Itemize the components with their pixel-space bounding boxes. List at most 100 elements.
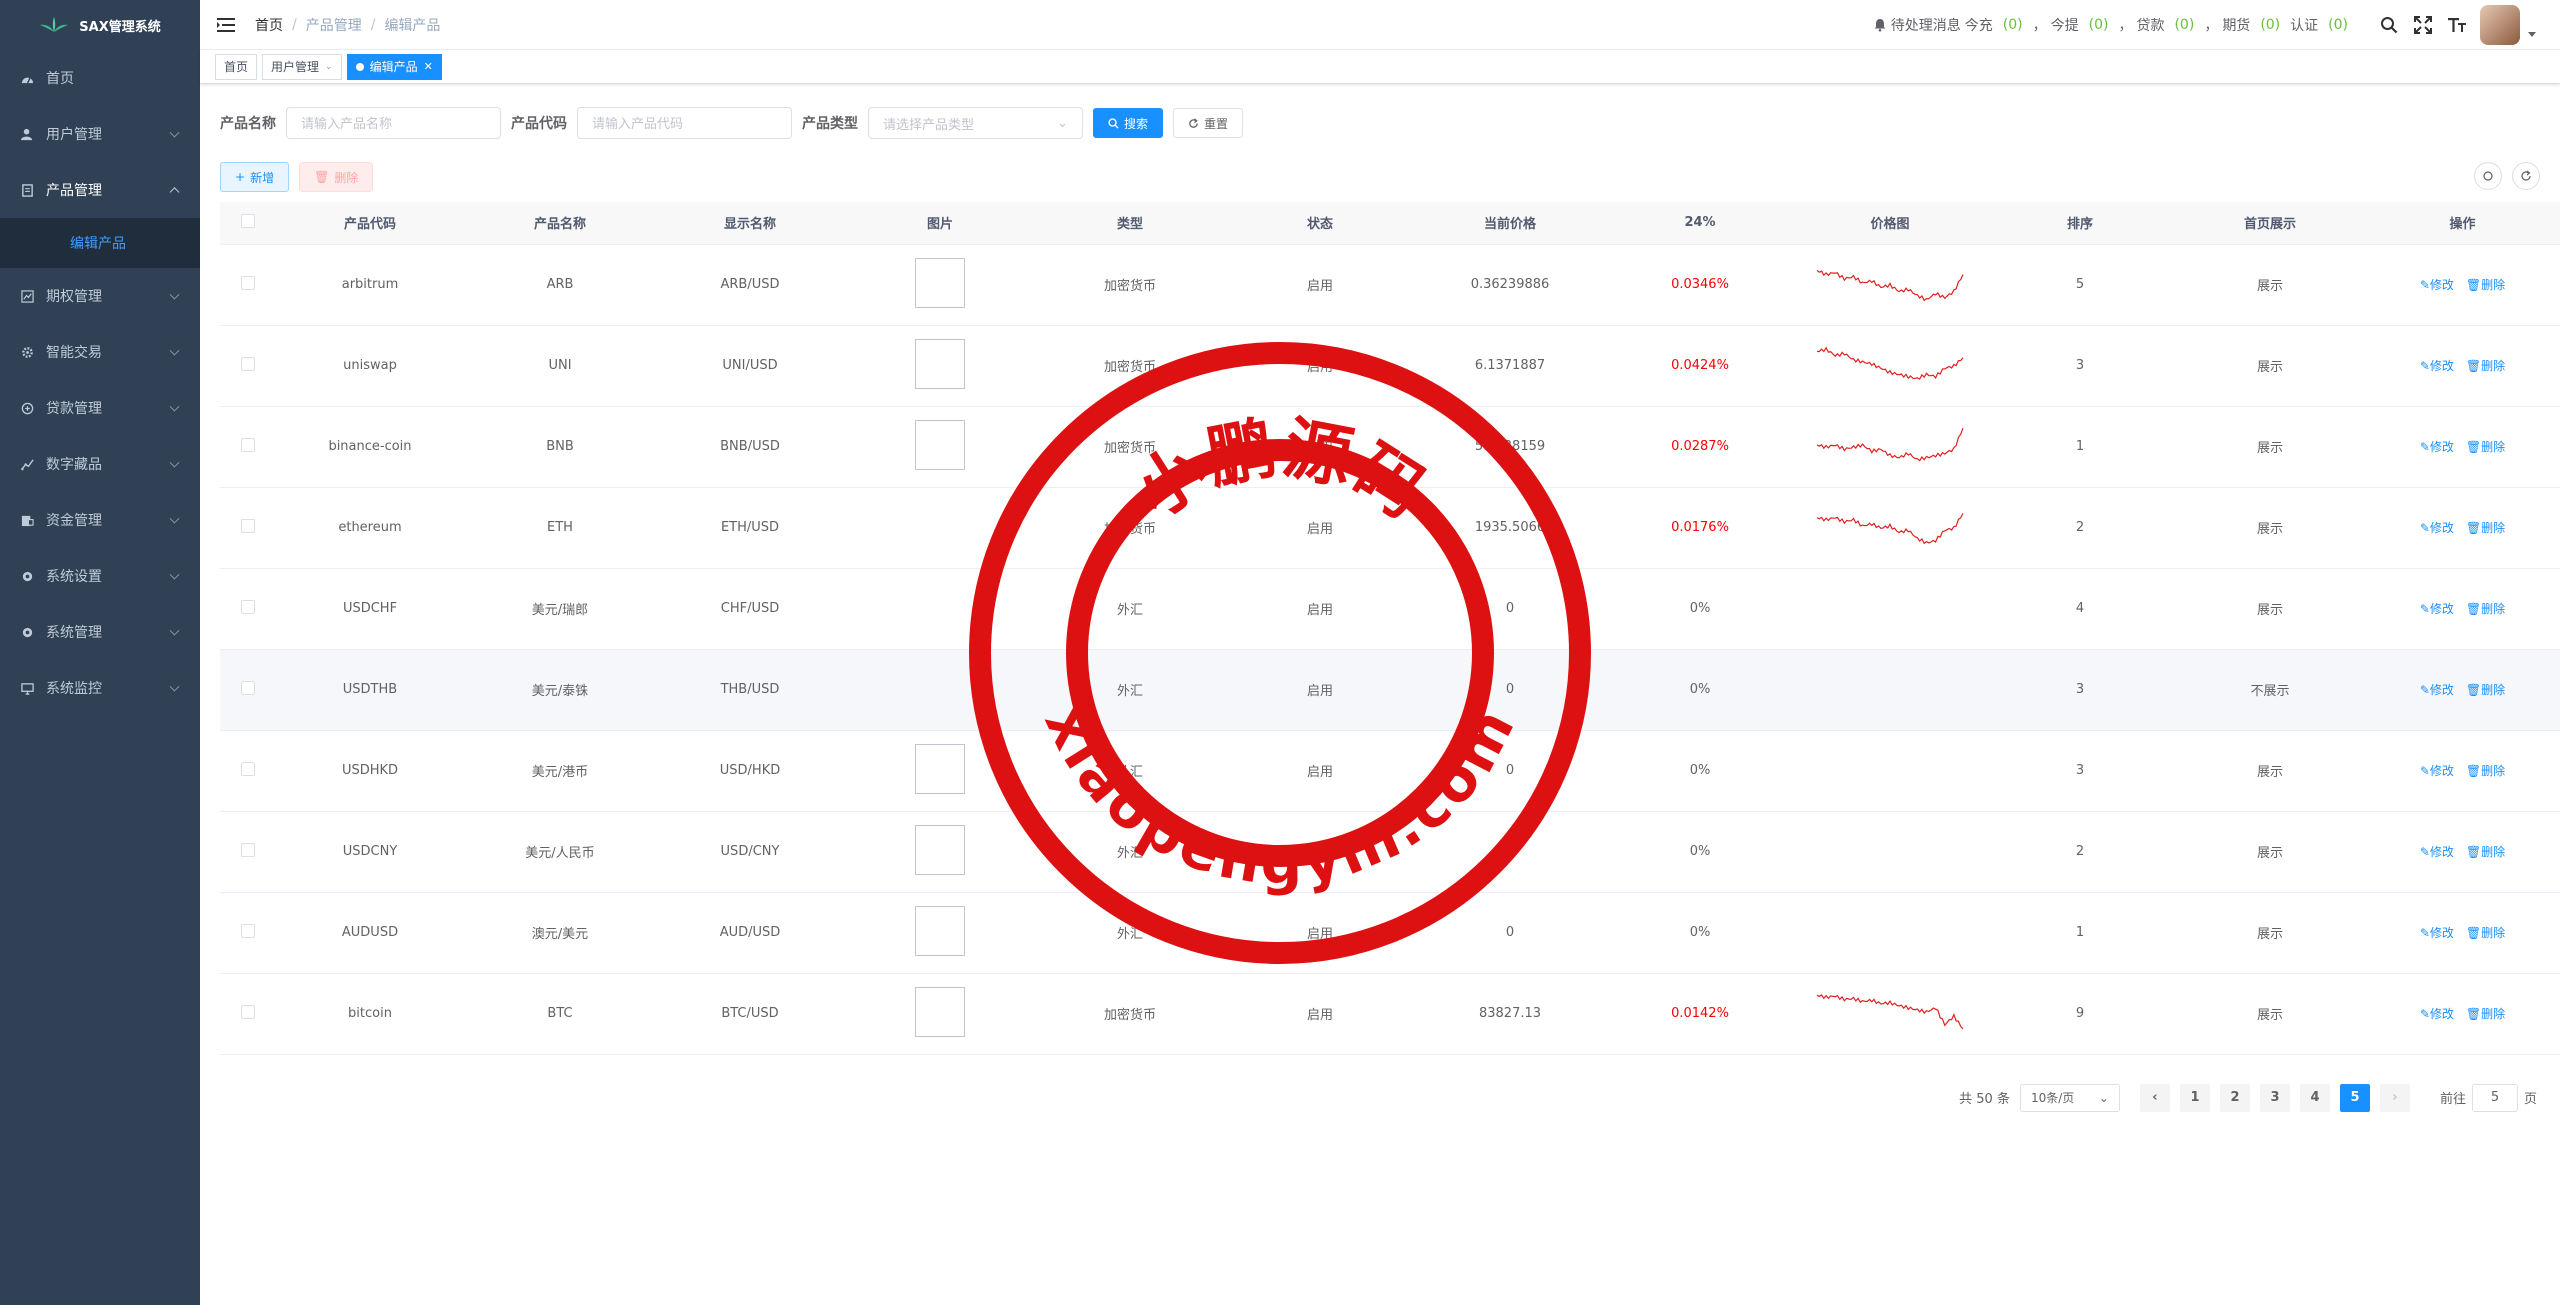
edit-button[interactable]: ✎修改 (2420, 357, 2454, 374)
sidebar-item-products[interactable]: 产品管理 (0, 162, 200, 218)
row-checkbox[interactable] (240, 1004, 255, 1019)
close-icon[interactable]: ✕ (424, 60, 433, 73)
column-header: 24% (1605, 202, 1795, 245)
product-name-label: 产品名称 (220, 116, 276, 132)
edit-button[interactable]: ✎修改 (2420, 276, 2454, 293)
table-row: USDCNY 美元/人民币 USD/CNY 外汇 启用 0 0% 2 展示 ✎修改 🗑删除 (220, 811, 2560, 893)
cell-name: BNB (465, 406, 655, 488)
row-checkbox[interactable] (240, 356, 255, 371)
sidebar-item-users[interactable]: 用户管理 (0, 106, 200, 162)
page-number-button[interactable]: 1 (2179, 1083, 2210, 1112)
price-sparkline (1816, 269, 1964, 301)
column-header: 当前价格 (1415, 202, 1605, 245)
edit-button[interactable]: ✎修改 (2420, 843, 2454, 860)
row-delete-button[interactable]: 🗑删除 (2466, 357, 2505, 374)
row-checkbox[interactable] (240, 275, 255, 290)
notice-bar[interactable]: 待处理消息 今充 (0)， 今提 (0)， 贷款 (0)， 期货 (0) 认证 (0) (1873, 15, 2354, 35)
breadcrumb-home[interactable]: 首页 (255, 15, 283, 35)
tag-edit-product[interactable]: 编辑产品 ✕ (346, 53, 442, 80)
search-button[interactable]: 搜索 (1093, 108, 1164, 138)
edit-button[interactable]: ✎修改 (2420, 600, 2454, 617)
row-checkbox[interactable] (240, 761, 255, 776)
row-checkbox-cell (220, 649, 275, 731)
next-page-button[interactable]: › (2379, 1083, 2410, 1112)
row-checkbox[interactable] (240, 599, 255, 614)
edit-button[interactable]: ✎修改 (2420, 762, 2454, 779)
sidebar-item-options[interactable]: 期权管理 (0, 268, 200, 324)
cell-actions: ✎修改 🗑删除 (2365, 811, 2560, 893)
select-all-checkbox[interactable] (240, 213, 255, 228)
prev-page-button[interactable]: ‹ (2139, 1083, 2170, 1112)
refresh-icon[interactable] (2512, 162, 2540, 190)
product-type-select[interactable]: 请选择产品类型 ⌄ (868, 107, 1083, 139)
product-code-input[interactable] (577, 107, 792, 139)
sidebar-item-nft[interactable]: 数字藏品 (0, 436, 200, 492)
cell-sort: 2 (1985, 487, 2175, 569)
reset-button[interactable]: 重置 (1173, 108, 1244, 138)
loan-icon (20, 401, 34, 415)
row-checkbox[interactable] (240, 518, 255, 533)
page-number-button[interactable]: 3 (2259, 1083, 2290, 1112)
table-row: USDCHF 美元/瑞郎 CHF/USD 外汇 启用 0 0% 4 展示 ✎修改 🗑删除 (220, 568, 2560, 650)
row-checkbox[interactable] (240, 842, 255, 857)
column-header: 操作 (2365, 202, 2560, 245)
edit-button[interactable]: ✎修改 (2420, 519, 2454, 536)
cell-code: USDCNY (275, 811, 465, 893)
row-delete-button[interactable]: 🗑删除 (2466, 681, 2505, 698)
breadcrumb: 首页 / 产品管理 / 编辑产品 (255, 15, 441, 35)
sidebar-item-loans[interactable]: 贷款管理 (0, 380, 200, 436)
sidebar-subitem-edit-product[interactable]: 编辑产品 (0, 218, 200, 268)
add-button[interactable]: + 新增 (220, 162, 290, 192)
hamburger-icon[interactable] (217, 17, 235, 32)
product-image (915, 338, 965, 389)
cell-price: 0 (1415, 568, 1605, 650)
sidebar-item-smart-trade[interactable]: 智能交易 (0, 324, 200, 380)
sidebar-item-funds[interactable]: 资金管理 (0, 492, 200, 548)
row-checkbox[interactable] (240, 437, 255, 452)
row-delete-button[interactable]: 🗑删除 (2466, 924, 2505, 941)
edit-button[interactable]: ✎修改 (2420, 924, 2454, 941)
sidebar-item-home[interactable]: 首页 (0, 50, 200, 106)
row-checkbox[interactable] (240, 680, 255, 695)
page-jump-input[interactable]: 5 (2471, 1083, 2518, 1112)
fullscreen-icon[interactable] (2412, 14, 2434, 36)
cell-type: 外汇 (1035, 892, 1225, 974)
tag-user-management[interactable]: 用户管理 ⌄ (262, 53, 342, 80)
page-number-button[interactable]: 2 (2219, 1083, 2250, 1112)
cell-price-chart (1795, 649, 1985, 731)
page-numbers: 12345 (2179, 1083, 2370, 1112)
page-number-button[interactable]: 4 (2299, 1083, 2330, 1112)
cell-change: 0.0142% (1605, 973, 1795, 1055)
avatar[interactable] (2480, 5, 2520, 45)
row-delete-button[interactable]: 🗑删除 (2466, 600, 2505, 617)
sidebar-item-system-monitor[interactable]: 系统监控 (0, 660, 200, 716)
row-delete-button[interactable]: 🗑删除 (2466, 276, 2505, 293)
tag-home[interactable]: 首页 (215, 53, 258, 80)
page-number-button[interactable]: 5 (2339, 1083, 2370, 1112)
sparkline-path (1816, 345, 1964, 380)
sidebar-item-system-management[interactable]: 系统管理 (0, 604, 200, 660)
caret-down-icon[interactable] (2528, 31, 2536, 37)
table-header: 产品代码 产品名称 显示名称 图片 类型 状态 当前价格 24% 价格图 排序 首页展示 操作 (220, 202, 2560, 245)
cell-display-name: UNI/USD (655, 325, 845, 407)
toggle-search-icon[interactable] (2474, 162, 2502, 190)
delete-button[interactable]: 🗑 删除 (299, 162, 374, 192)
row-delete-button[interactable]: 🗑删除 (2466, 519, 2505, 536)
row-checkbox-cell (220, 730, 275, 812)
row-delete-button[interactable]: 🗑删除 (2466, 762, 2505, 779)
row-checkbox[interactable] (240, 923, 255, 938)
search-icon[interactable] (2378, 14, 2400, 36)
cell-image (845, 892, 1035, 974)
cell-home-display: 展示 (2175, 892, 2365, 974)
edit-button[interactable]: ✎修改 (2420, 438, 2454, 455)
page-size-select[interactable]: 10条/页 ⌄ (2019, 1083, 2120, 1112)
product-name-input[interactable] (286, 107, 501, 139)
row-delete-button[interactable]: 🗑删除 (2466, 843, 2505, 860)
edit-button[interactable]: ✎修改 (2420, 1005, 2454, 1022)
row-delete-button[interactable]: 🗑删除 (2466, 438, 2505, 455)
font-size-icon[interactable] (2446, 14, 2468, 36)
row-delete-button[interactable]: 🗑删除 (2466, 1005, 2505, 1022)
edit-button[interactable]: ✎修改 (2420, 681, 2454, 698)
cell-price: 0 (1415, 892, 1605, 974)
sidebar-item-system-settings[interactable]: 系统设置 (0, 548, 200, 604)
